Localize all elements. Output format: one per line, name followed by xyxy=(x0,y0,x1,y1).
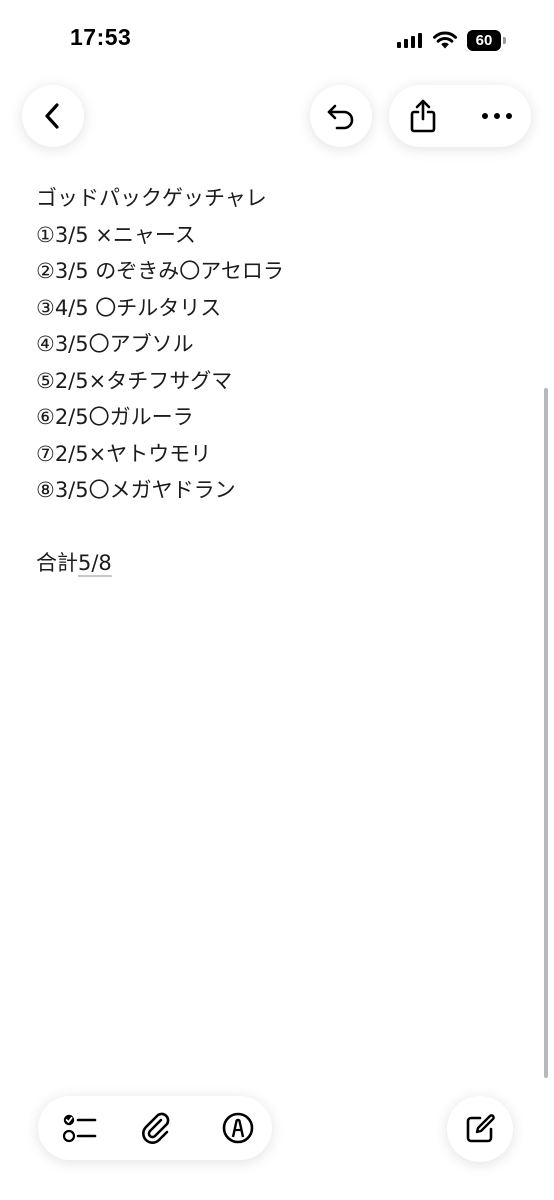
checklist-icon xyxy=(62,1114,97,1143)
note-line[interactable]: ⑤2/5×タチフサグマ xyxy=(36,363,516,400)
total-label: 合計 xyxy=(36,551,78,575)
scrollbar[interactable] xyxy=(544,388,548,1078)
compose-button[interactable] xyxy=(447,1096,513,1162)
chevron-left-icon xyxy=(45,103,59,129)
attachment-button[interactable] xyxy=(124,1096,188,1160)
blank-line[interactable] xyxy=(36,509,516,546)
note-line[interactable]: ②3/5 のぞきみ〇アセロラ xyxy=(36,253,516,290)
note-line[interactable]: ⑥2/5〇ガルーラ xyxy=(36,399,516,436)
note-title[interactable]: ゴッドパックゲッチャレ xyxy=(36,180,516,217)
markup-pen-icon xyxy=(222,1112,254,1144)
top-actions-group xyxy=(389,85,531,147)
note-body[interactable]: ゴッドパックゲッチャレ ①3/5 ×ニャース ②3/5 のぞきみ〇アセロラ ③4… xyxy=(36,180,516,582)
ellipsis-icon xyxy=(482,113,512,119)
undo-button[interactable] xyxy=(310,85,372,147)
share-button[interactable] xyxy=(389,85,457,147)
note-line[interactable]: ③4/5 〇チルタリス xyxy=(36,290,516,327)
status-time: 17:53 xyxy=(70,24,132,50)
note-line[interactable]: ⑧3/5〇メガヤドラン xyxy=(36,472,516,509)
back-button[interactable] xyxy=(22,85,84,147)
compose-icon xyxy=(466,1114,495,1143)
total-line[interactable]: 合計5/8 xyxy=(36,545,516,582)
wifi-icon xyxy=(432,30,458,50)
markup-button[interactable] xyxy=(206,1096,270,1160)
total-value[interactable]: 5/8 xyxy=(78,551,112,575)
battery-level: 60 xyxy=(467,30,501,51)
undo-icon xyxy=(327,104,354,130)
paperclip-icon xyxy=(142,1112,170,1144)
more-button[interactable] xyxy=(463,85,531,147)
note-line[interactable]: ⑦2/5×ヤトウモリ xyxy=(36,436,516,473)
status-bar: 17:53 60 xyxy=(0,0,554,80)
cellular-signal-icon xyxy=(397,32,423,48)
note-line[interactable]: ④3/5〇アブソル xyxy=(36,326,516,363)
bottom-toolbar xyxy=(38,1096,272,1160)
share-icon xyxy=(410,99,436,133)
note-line[interactable]: ①3/5 ×ニャース xyxy=(36,217,516,254)
checklist-button[interactable] xyxy=(48,1096,112,1160)
battery-icon: 60 xyxy=(467,30,507,51)
